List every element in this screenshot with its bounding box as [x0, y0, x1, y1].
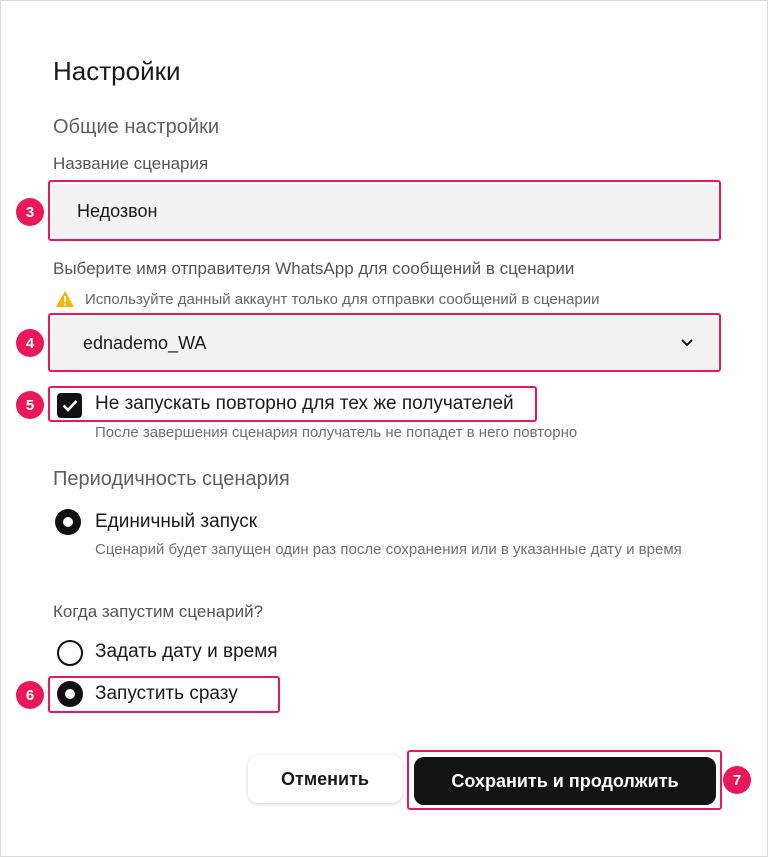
- page-title: Настройки: [53, 56, 181, 86]
- save-and-continue-button[interactable]: Сохранить и продолжить: [414, 757, 716, 805]
- no-repeat-checkbox[interactable]: [57, 393, 82, 418]
- datetime-label[interactable]: Задать дату и время: [95, 641, 278, 663]
- scenario-name-field[interactable]: [52, 184, 718, 238]
- single-run-label[interactable]: Единичный запуск: [95, 511, 257, 533]
- warning-text: Используйте данный аккаунт только для от…: [85, 290, 600, 308]
- annotation-badge-5: 5: [16, 391, 44, 419]
- sender-select-value: ednademo_WA: [83, 332, 207, 353]
- general-section-title: Общие настройки: [53, 116, 219, 138]
- run-now-label[interactable]: Запустить сразу: [95, 683, 238, 705]
- annotation-badge-7: 7: [723, 766, 751, 794]
- periodicity-section-title: Периодичность сценария: [53, 468, 290, 490]
- sender-select[interactable]: ednademo_WA: [52, 316, 718, 370]
- no-repeat-label[interactable]: Не запускать повторно для тех же получат…: [95, 393, 514, 415]
- check-icon: [62, 400, 77, 412]
- warning-row: Используйте данный аккаунт только для от…: [55, 290, 599, 308]
- warning-icon: [55, 290, 75, 308]
- run-now-radio[interactable]: [57, 681, 83, 707]
- single-run-radio[interactable]: [55, 509, 81, 535]
- datetime-radio[interactable]: [57, 640, 83, 666]
- sender-label: Выберите имя отправителя WhatsApp для со…: [53, 259, 575, 278]
- scenario-name-input[interactable]: [52, 184, 718, 238]
- single-run-hint: Сценарий будет запущен один раз после со…: [95, 541, 682, 558]
- when-label: Когда запустим сценарий?: [53, 602, 264, 621]
- scenario-name-label: Название сценария: [53, 154, 209, 173]
- annotation-badge-3: 3: [16, 198, 44, 226]
- chevron-down-icon: [681, 339, 693, 347]
- no-repeat-hint: После завершения сценария получатель не …: [95, 424, 578, 441]
- annotation-badge-6: 6: [16, 681, 44, 709]
- cancel-button[interactable]: Отменить: [248, 755, 402, 803]
- annotation-badge-4: 4: [16, 329, 44, 357]
